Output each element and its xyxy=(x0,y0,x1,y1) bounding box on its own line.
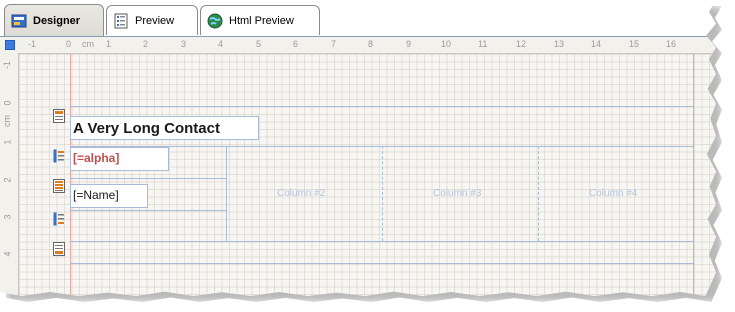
ruler-label: 3 xyxy=(2,214,13,220)
horizontal-ruler: -1 0 cm 1 2 3 4 5 6 7 8 9 10 11 12 13 14… xyxy=(0,37,716,54)
ruler-label: 9 xyxy=(406,39,412,49)
band-separator xyxy=(70,263,694,264)
preview-icon xyxy=(113,13,129,29)
band-separator xyxy=(70,241,694,242)
ruler-label: -1 xyxy=(28,39,37,49)
detail-band-icon[interactable] xyxy=(53,179,65,193)
designer-icon xyxy=(11,13,27,29)
alpha-field-textbox[interactable]: [=alpha] xyxy=(70,147,169,171)
column-3-placeholder: Column #3 xyxy=(433,188,482,199)
left-margin-line xyxy=(70,54,71,296)
band-separator xyxy=(70,106,694,107)
ruler-corner-button[interactable] xyxy=(5,40,15,50)
ruler-label: 12 xyxy=(516,39,527,49)
ruler-label: -1 xyxy=(2,60,13,70)
column-divider xyxy=(382,146,383,241)
ruler-label: 13 xyxy=(554,39,565,49)
column-2-placeholder: Column #2 xyxy=(277,188,326,199)
ruler-label: 10 xyxy=(441,39,452,49)
report-designer-window: Designer Preview Html Preview -1 0 cm 1 … xyxy=(0,0,716,296)
ruler-label: 16 xyxy=(666,39,677,49)
ruler-label: 8 xyxy=(368,39,374,49)
column-divider xyxy=(538,146,539,241)
group-footer-band-icon[interactable] xyxy=(53,212,65,226)
ruler-label: 4 xyxy=(218,39,224,49)
tab-preview[interactable]: Preview xyxy=(106,5,198,35)
ruler-unit-label: cm xyxy=(2,115,12,127)
column-divider xyxy=(226,146,227,241)
band-separator xyxy=(70,178,226,179)
report-header-band-icon[interactable] xyxy=(53,109,65,123)
ruler-label: 6 xyxy=(293,39,299,49)
ruler-label: 11 xyxy=(478,39,488,49)
tab-strip: Designer Preview Html Preview xyxy=(0,0,716,37)
ruler-label: 1 xyxy=(2,139,13,145)
ruler-label: 1 xyxy=(106,39,112,49)
band-separator xyxy=(70,210,226,211)
tab-designer[interactable]: Designer xyxy=(4,4,104,36)
tab-label: Designer xyxy=(33,14,81,27)
group-header-band-icon[interactable] xyxy=(53,149,65,163)
ruler-unit-label: cm xyxy=(82,39,94,49)
ruler-label: 14 xyxy=(591,39,602,49)
tab-label: Html Preview xyxy=(229,14,294,27)
ruler-label: 3 xyxy=(181,39,187,49)
tab-label: Preview xyxy=(135,14,175,27)
title-text: A Very Long Contact xyxy=(73,120,220,137)
report-footer-band-icon[interactable] xyxy=(53,242,65,256)
tab-html-preview[interactable]: Html Preview xyxy=(200,5,320,35)
name-field-text: [=Name] xyxy=(73,188,119,202)
design-canvas[interactable]: A Very Long Contact [=alpha] [=Name] Col… xyxy=(19,54,716,296)
ruler-label: 7 xyxy=(331,39,337,49)
ruler-label: 0 xyxy=(66,39,72,49)
vertical-ruler: -1 0 cm 1 2 3 4 xyxy=(0,53,19,296)
right-margin-line xyxy=(693,54,694,296)
ruler-label: 15 xyxy=(629,39,640,49)
name-field-textbox[interactable]: [=Name] xyxy=(70,184,148,208)
column-4-placeholder: Column #4 xyxy=(589,188,638,199)
ruler-label: 2 xyxy=(2,177,13,183)
ruler-label: 0 xyxy=(2,100,13,106)
ruler-label: 2 xyxy=(143,39,149,49)
ruler-label: 4 xyxy=(2,251,13,257)
alpha-field-text: [=alpha] xyxy=(73,151,120,165)
ruler-label: 5 xyxy=(256,39,262,49)
title-textbox[interactable]: A Very Long Contact xyxy=(70,116,259,140)
globe-icon xyxy=(207,13,223,29)
